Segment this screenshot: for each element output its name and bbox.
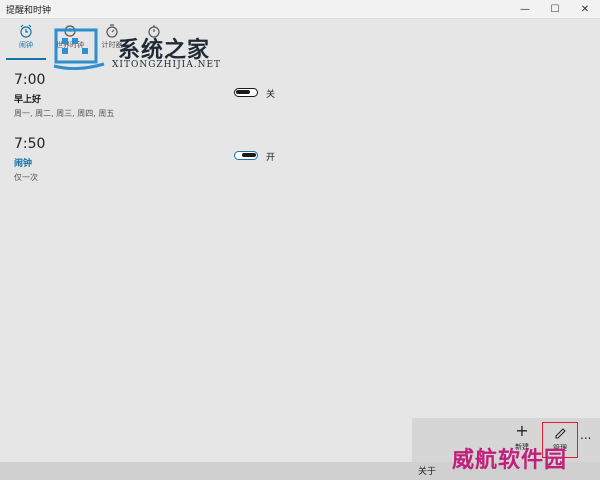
- app-title: 提醒和时钟: [6, 6, 52, 16]
- more-options-button[interactable]: ...: [580, 428, 591, 442]
- maximize-icon: ☐: [550, 3, 560, 15]
- close-icon: ✕: [580, 3, 590, 15]
- title-bar: 提醒和时钟 — ☐ ✕: [0, 0, 600, 19]
- alarm-toggle[interactable]: [234, 88, 258, 97]
- alarm-state-label: 关: [266, 90, 276, 100]
- alarm-clock-icon: [20, 24, 32, 38]
- alarm-toggle[interactable]: [234, 151, 258, 160]
- minimize-button[interactable]: —: [510, 0, 540, 18]
- maximize-button[interactable]: ☐: [540, 0, 570, 18]
- close-button[interactable]: ✕: [570, 0, 600, 18]
- logo-mark-icon: [53, 28, 105, 70]
- toggle-knob: [236, 90, 250, 94]
- alarm-item[interactable]: 7:50 闹钟 仅一次: [14, 136, 45, 183]
- alarm-name: 闹钟: [14, 159, 33, 169]
- pencil-icon: [555, 428, 566, 439]
- alarm-days: 仅一次: [14, 173, 38, 182]
- minimize-icon: —: [520, 3, 530, 15]
- watermark-en: XITONGZHIJIA.NET: [112, 60, 222, 70]
- alarm-item[interactable]: 7:00 早上好 周一, 周二, 周三, 周四, 周五: [14, 72, 114, 119]
- toggle-knob: [242, 153, 256, 157]
- alarm-days: 周一, 周二, 周三, 周四, 周五: [14, 109, 115, 118]
- alarm-time: 7:00: [14, 72, 46, 88]
- about-link[interactable]: 关于: [418, 464, 436, 477]
- active-tab-indicator: [6, 58, 46, 60]
- alarm-time: 7:50: [14, 136, 46, 152]
- tab-alarm-label: 闹钟: [19, 41, 33, 49]
- tab-alarm[interactable]: 闹钟: [2, 18, 50, 60]
- alarm-name: 早上好: [14, 95, 42, 105]
- plus-icon: +: [515, 421, 529, 440]
- brand-watermark: 威航软件园: [452, 447, 568, 473]
- alarm-state-label: 开: [266, 153, 276, 163]
